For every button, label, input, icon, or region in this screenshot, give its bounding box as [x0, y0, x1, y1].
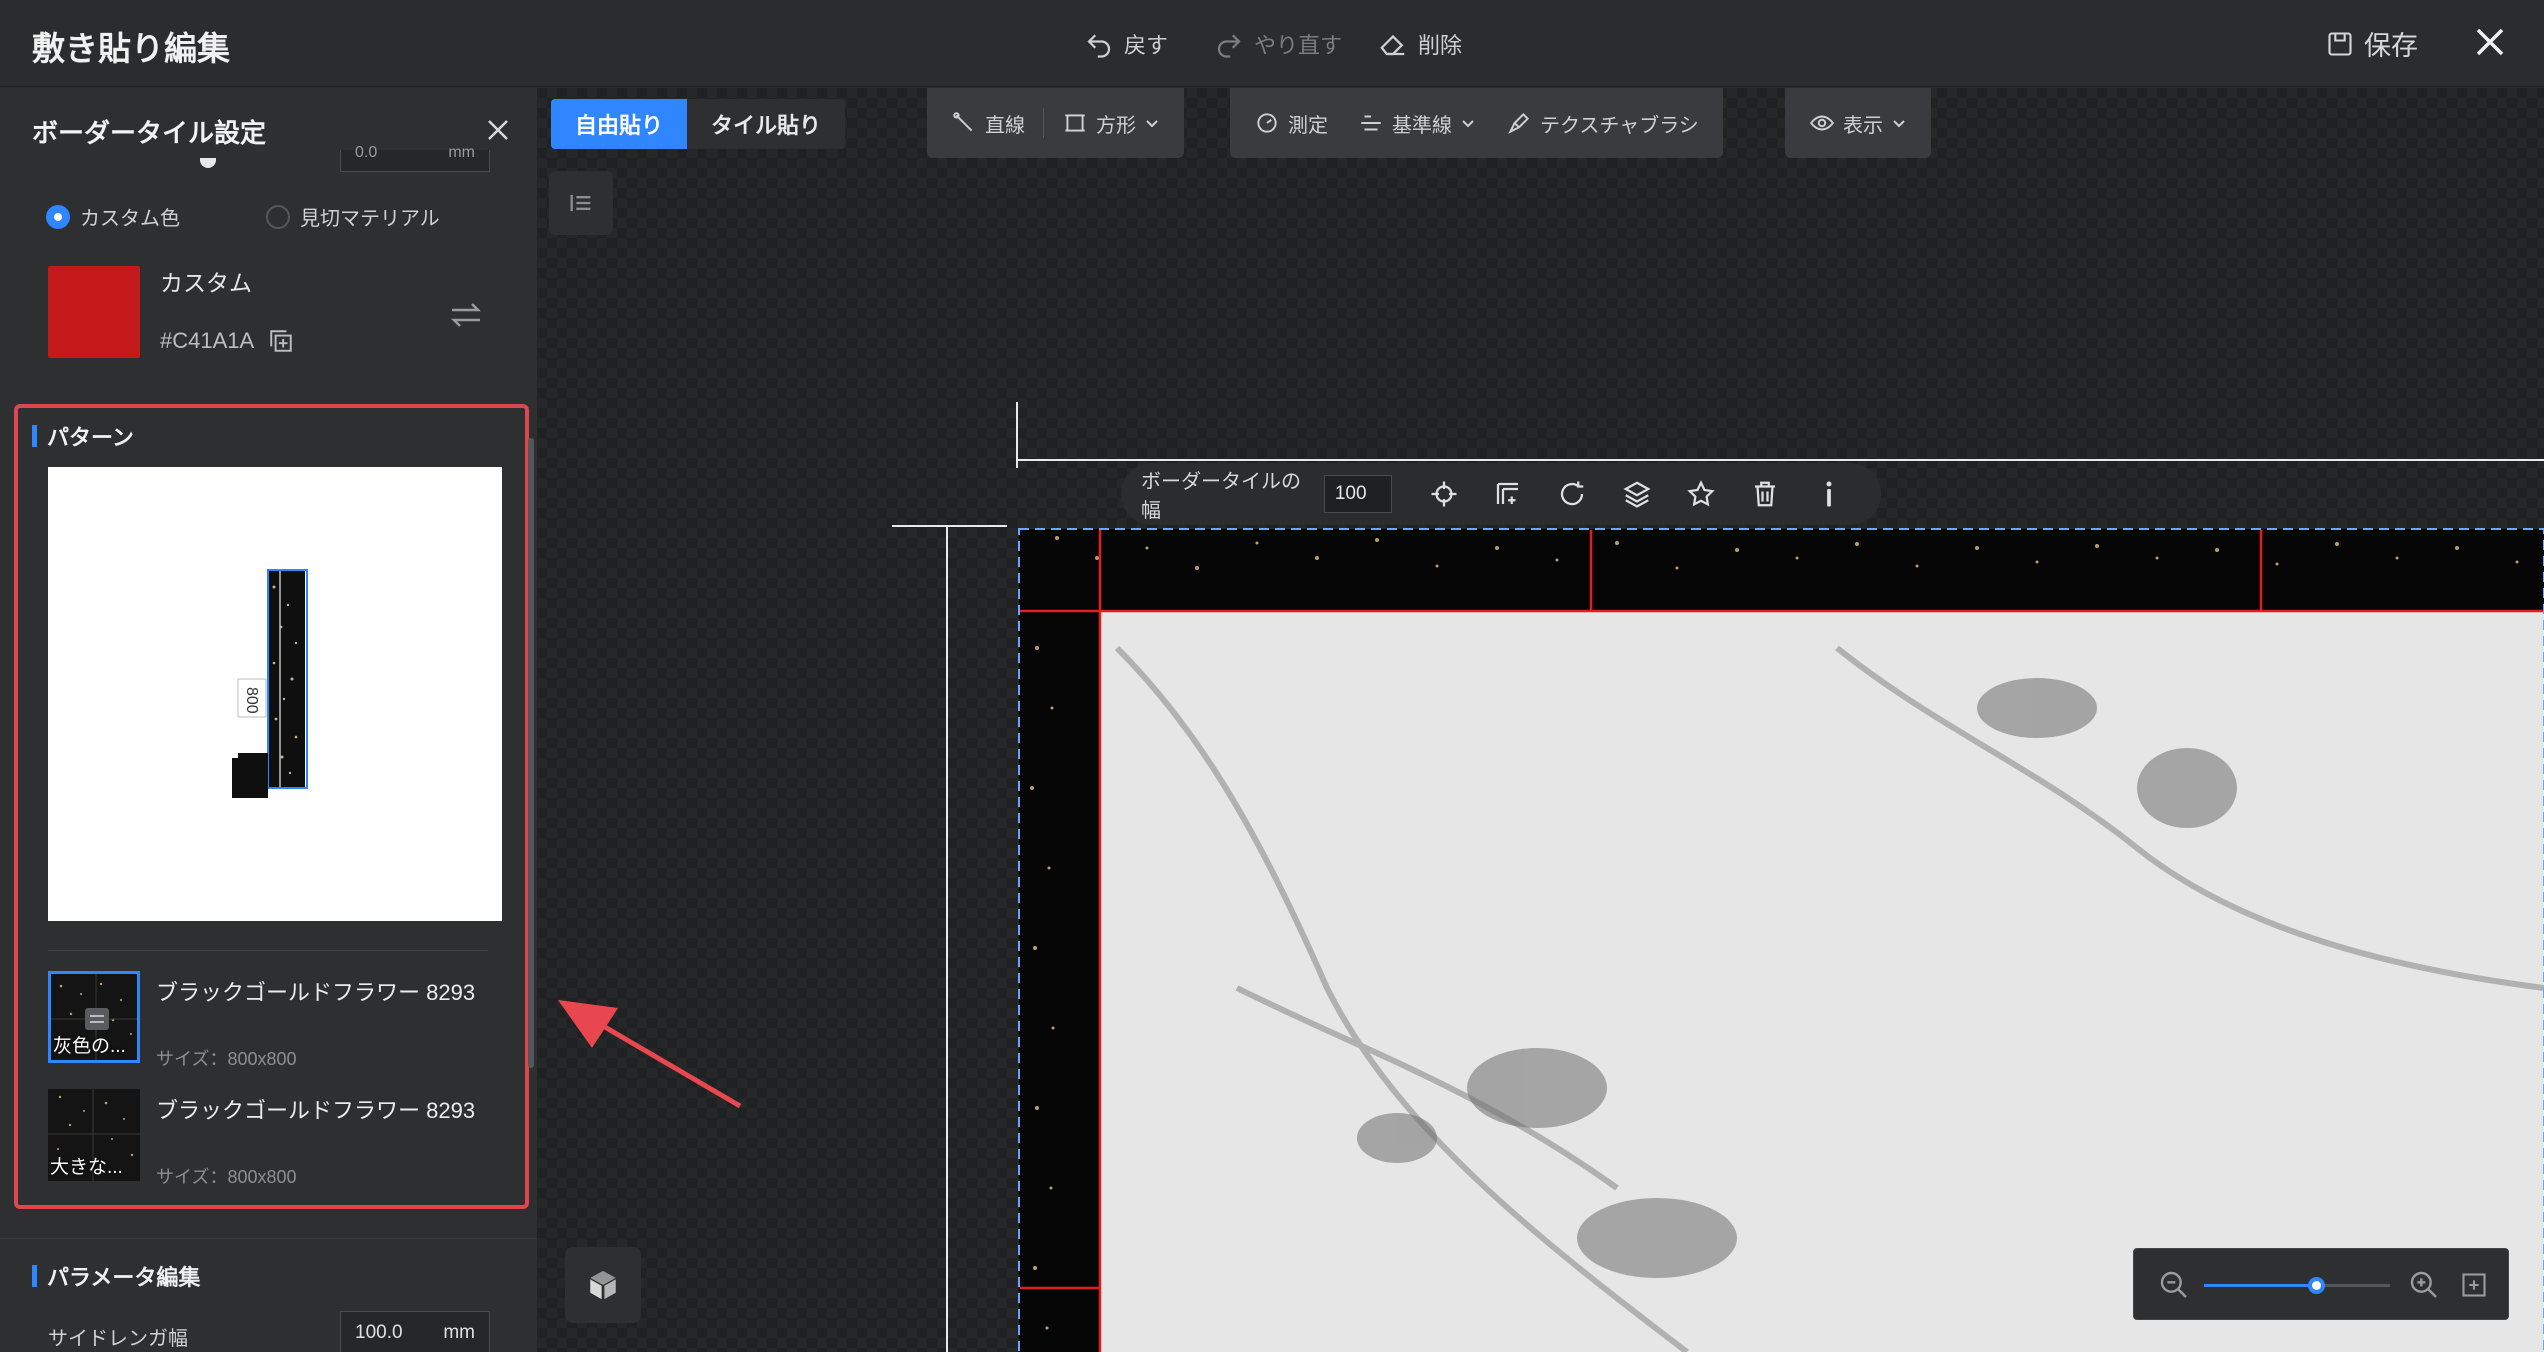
rotate-button[interactable]: [1540, 472, 1604, 516]
save-label: 保存: [2364, 31, 2418, 61]
side-brick-value: 100.0: [355, 1322, 403, 1343]
eraser-icon: [1380, 34, 1405, 56]
trash-button[interactable]: [1733, 472, 1797, 516]
copy-icon[interactable]: [268, 328, 294, 354]
divider: [48, 950, 488, 951]
dimension-label: 800: [243, 687, 260, 714]
side-brick-input[interactable]: 100.0 mm: [340, 1311, 490, 1352]
undo-label: 戻す: [1124, 33, 1169, 58]
floor-drawing[interactable]: [537, 88, 2544, 1352]
side-brick-label: サイドレンガ幅: [48, 1328, 188, 1350]
border-width-label: ボーダータイルの幅: [1141, 471, 1301, 522]
pattern-preview[interactable]: 800: [48, 467, 502, 921]
pattern-layout-diagram: [232, 569, 308, 798]
params-section-title: パラメータ編集: [32, 1260, 200, 1292]
zoom-out-icon[interactable]: [2158, 1269, 2190, 1301]
app-title: 敷き貼り編集: [32, 30, 230, 67]
rotate-icon: [1561, 481, 1584, 506]
pattern-thumbnail[interactable]: 大きな...: [48, 1089, 140, 1181]
color-hex: #C41A1A: [160, 328, 255, 353]
zoom-track-fill: [2204, 1284, 2316, 1287]
border-width-input[interactable]: 100: [1323, 475, 1393, 513]
add-corner-button[interactable]: [1476, 472, 1540, 516]
panel-scrollbar[interactable]: [528, 438, 534, 1068]
crosshair-icon: [1431, 481, 1457, 507]
radio-button[interactable]: [46, 204, 70, 229]
zoom-track[interactable]: [2204, 1277, 2390, 1294]
close-window-icon[interactable]: [2470, 22, 2510, 62]
redo-label: やり直す: [1254, 33, 1343, 58]
pattern-item[interactable]: 大きな... ブラックゴールドフラワー 8293 サイズ：800x800: [48, 1089, 508, 1187]
favorite-button[interactable]: [1669, 472, 1733, 516]
star-icon: [1687, 480, 1715, 507]
thumbnail-caption: 灰色の...: [53, 1036, 126, 1057]
panel-title: ボーダータイル設定: [32, 118, 267, 148]
delete-label: 削除: [1418, 33, 1463, 58]
layers-button[interactable]: [1605, 472, 1669, 516]
info-icon: [1826, 481, 1832, 507]
redo-button[interactable]: やり直す: [1214, 26, 1342, 62]
pattern-name: ブラックゴールドフラワー 8293: [156, 1098, 476, 1123]
trash-icon: [1754, 481, 1775, 507]
radio-label: 見切マテリアル: [300, 208, 440, 230]
3d-view-button[interactable]: [565, 1247, 641, 1323]
save-icon: [2328, 31, 2352, 56]
info-button[interactable]: [1797, 472, 1861, 516]
pattern-name: ブラックゴールドフラワー 8293: [156, 980, 476, 1005]
color-name: カスタム: [160, 270, 252, 296]
layers-icon: [1623, 481, 1651, 508]
settings-panel: ボーダータイル設定 0.0 mm カスタム色 見切マテリアル カスタム #C41…: [0, 88, 537, 1352]
redo-icon: [1217, 34, 1241, 58]
locate-button[interactable]: [1412, 472, 1476, 516]
pattern-item[interactable]: 灰色の... ブラックゴールドフラワー 8293 サイズ：800x800: [48, 971, 508, 1069]
corner-add-icon: [1497, 482, 1519, 504]
zoom-in-icon[interactable]: [2408, 1269, 2440, 1301]
color-hex-row: #C41A1A: [160, 328, 294, 354]
side-brick-unit: mm: [443, 1322, 475, 1343]
delete-button[interactable]: 削除: [1378, 26, 1462, 62]
save-button[interactable]: 保存: [2326, 24, 2418, 63]
undo-icon: [1087, 34, 1111, 58]
top-bar: 敷き貼り編集 戻す やり直す 削除 保存: [0, 0, 2544, 87]
pattern-size: サイズ：800x800: [156, 1167, 297, 1187]
panel-close-icon[interactable]: [484, 116, 512, 144]
divider: [0, 1238, 537, 1239]
radio-trim-material[interactable]: 見切マテリアル: [266, 202, 440, 231]
thumbnail-caption: 大きな...: [50, 1157, 123, 1178]
floating-toolbar: ボーダータイルの幅 100: [1121, 463, 1881, 525]
canvas-area[interactable]: 自由貼り タイル貼り 直線 方形 測定 基準線 テクスチャブラシ 表示 ボーダー…: [537, 88, 2544, 1352]
radio-button[interactable]: [266, 204, 290, 229]
pattern-thumbnail[interactable]: 灰色の...: [48, 971, 140, 1063]
pattern-size: サイズ：800x800: [156, 1049, 297, 1069]
zoom-slider-handle[interactable]: [2307, 1277, 2325, 1294]
annotation-arrow: [558, 1000, 742, 1109]
zoom-control: [2133, 1248, 2509, 1320]
swap-icon[interactable]: [448, 300, 484, 330]
fit-screen-icon[interactable]: [2460, 1271, 2488, 1299]
cube-icon: [590, 1270, 616, 1300]
top-number-input[interactable]: 0.0 mm: [340, 144, 490, 172]
radio-custom-color[interactable]: カスタム色: [46, 202, 180, 231]
pattern-section-title: パターン: [32, 420, 134, 452]
radio-label: カスタム色: [80, 208, 180, 230]
color-swatch[interactable]: [48, 266, 140, 358]
undo-button[interactable]: 戻す: [1084, 26, 1168, 62]
